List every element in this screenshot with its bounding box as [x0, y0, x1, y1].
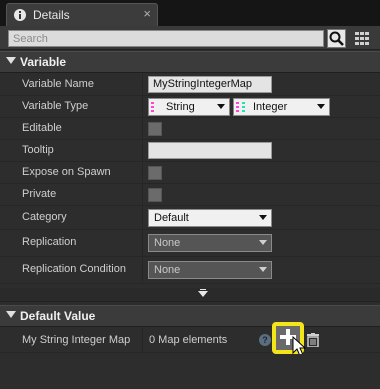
value-type-label: Integer — [253, 101, 288, 113]
column-splitter[interactable] — [142, 230, 143, 256]
replication-dropdown[interactable]: None — [148, 234, 272, 252]
help-icon[interactable]: ? — [259, 334, 271, 346]
search-row — [0, 26, 380, 50]
search-input[interactable] — [8, 30, 324, 47]
key-pin-icon — [236, 102, 239, 113]
integer-pin-icon — [242, 102, 245, 113]
variable-name-field[interactable]: MyStringIntegerMap — [148, 76, 272, 93]
section-header-variable[interactable]: Variable — [0, 51, 380, 73]
property-row-map-default: My String Integer Map 0 Map elements ? — [0, 328, 380, 353]
property-row-variable-type: Variable Type String Integer — [0, 96, 380, 118]
replication-condition-dropdown[interactable]: None — [148, 261, 272, 279]
property-label: Replication Condition — [22, 263, 126, 275]
property-row-variable-name: Variable Name MyStringIntegerMap — [0, 74, 380, 96]
property-row-expose-on-spawn: Expose on Spawn — [0, 162, 380, 184]
column-splitter[interactable] — [142, 96, 143, 117]
tab-bar: Details × — [0, 0, 380, 26]
property-row-replication-condition: Replication Condition None — [0, 257, 380, 284]
key-type-dropdown[interactable]: String — [148, 98, 230, 116]
property-row-tooltip: Tooltip — [0, 140, 380, 162]
magnifier-icon — [329, 31, 344, 46]
replication-condition-value: None — [154, 264, 181, 276]
category-value: Default — [154, 212, 189, 224]
property-label: Expose on Spawn — [22, 166, 111, 178]
property-row-category: Category Default — [0, 206, 380, 230]
key-type-label: String — [166, 101, 195, 113]
tab-label: Details — [33, 8, 70, 22]
property-row-private: Private — [0, 184, 380, 206]
property-label: My String Integer Map — [22, 334, 131, 346]
chevron-down-icon — [259, 267, 267, 272]
tooltip-field[interactable] — [148, 142, 272, 159]
property-label: Tooltip — [22, 144, 54, 156]
property-label: Private — [22, 188, 57, 200]
property-label: Variable Type — [22, 100, 89, 112]
trash-icon[interactable] — [307, 333, 319, 347]
property-label: Editable — [22, 122, 62, 134]
close-tab-icon[interactable]: × — [143, 6, 151, 21]
column-splitter[interactable] — [142, 257, 143, 283]
property-row-replication: Replication None — [0, 230, 380, 257]
details-icon — [14, 9, 26, 21]
property-label: Replication — [22, 236, 77, 248]
view-options-grid-icon[interactable] — [352, 29, 372, 48]
chevron-down-icon — [217, 104, 225, 109]
chevron-down-icon — [198, 291, 208, 297]
column-splitter[interactable] — [142, 162, 143, 183]
property-label: Variable Name — [22, 78, 94, 90]
tab-details[interactable]: Details × — [6, 3, 158, 26]
column-splitter[interactable] — [142, 328, 143, 352]
column-splitter[interactable] — [142, 118, 143, 139]
column-splitter[interactable] — [142, 206, 143, 229]
section-title: Default Value — [20, 309, 96, 323]
column-splitter[interactable] — [142, 140, 143, 161]
expander-bar-icon — [200, 289, 206, 290]
property-label: Category — [22, 211, 67, 223]
collapse-arrow-icon — [6, 57, 16, 64]
chevron-down-icon — [259, 240, 267, 245]
string-pin-icon — [151, 102, 154, 113]
section-title: Variable — [20, 55, 67, 69]
value-type-dropdown[interactable]: Integer — [233, 98, 330, 116]
collapse-arrow-icon — [6, 311, 16, 318]
column-splitter[interactable] — [142, 184, 143, 205]
expose-on-spawn-checkbox[interactable] — [148, 166, 162, 180]
category-dropdown[interactable]: Default — [148, 209, 272, 227]
property-row-editable: Editable — [0, 118, 380, 140]
editable-checkbox[interactable] — [148, 122, 162, 136]
map-element-count: 0 Map elements — [149, 334, 228, 346]
variable-properties: Variable Name MyStringIntegerMap Variabl… — [0, 74, 380, 284]
empty-panel-area — [0, 354, 380, 389]
search-button[interactable] — [327, 29, 346, 48]
column-splitter[interactable] — [142, 74, 143, 95]
private-checkbox[interactable] — [148, 188, 162, 202]
section-header-default-value[interactable]: Default Value — [0, 305, 380, 327]
advanced-expander[interactable] — [0, 288, 380, 302]
chevron-down-icon — [259, 215, 267, 220]
replication-value: None — [154, 237, 181, 249]
chevron-down-icon — [317, 104, 325, 109]
